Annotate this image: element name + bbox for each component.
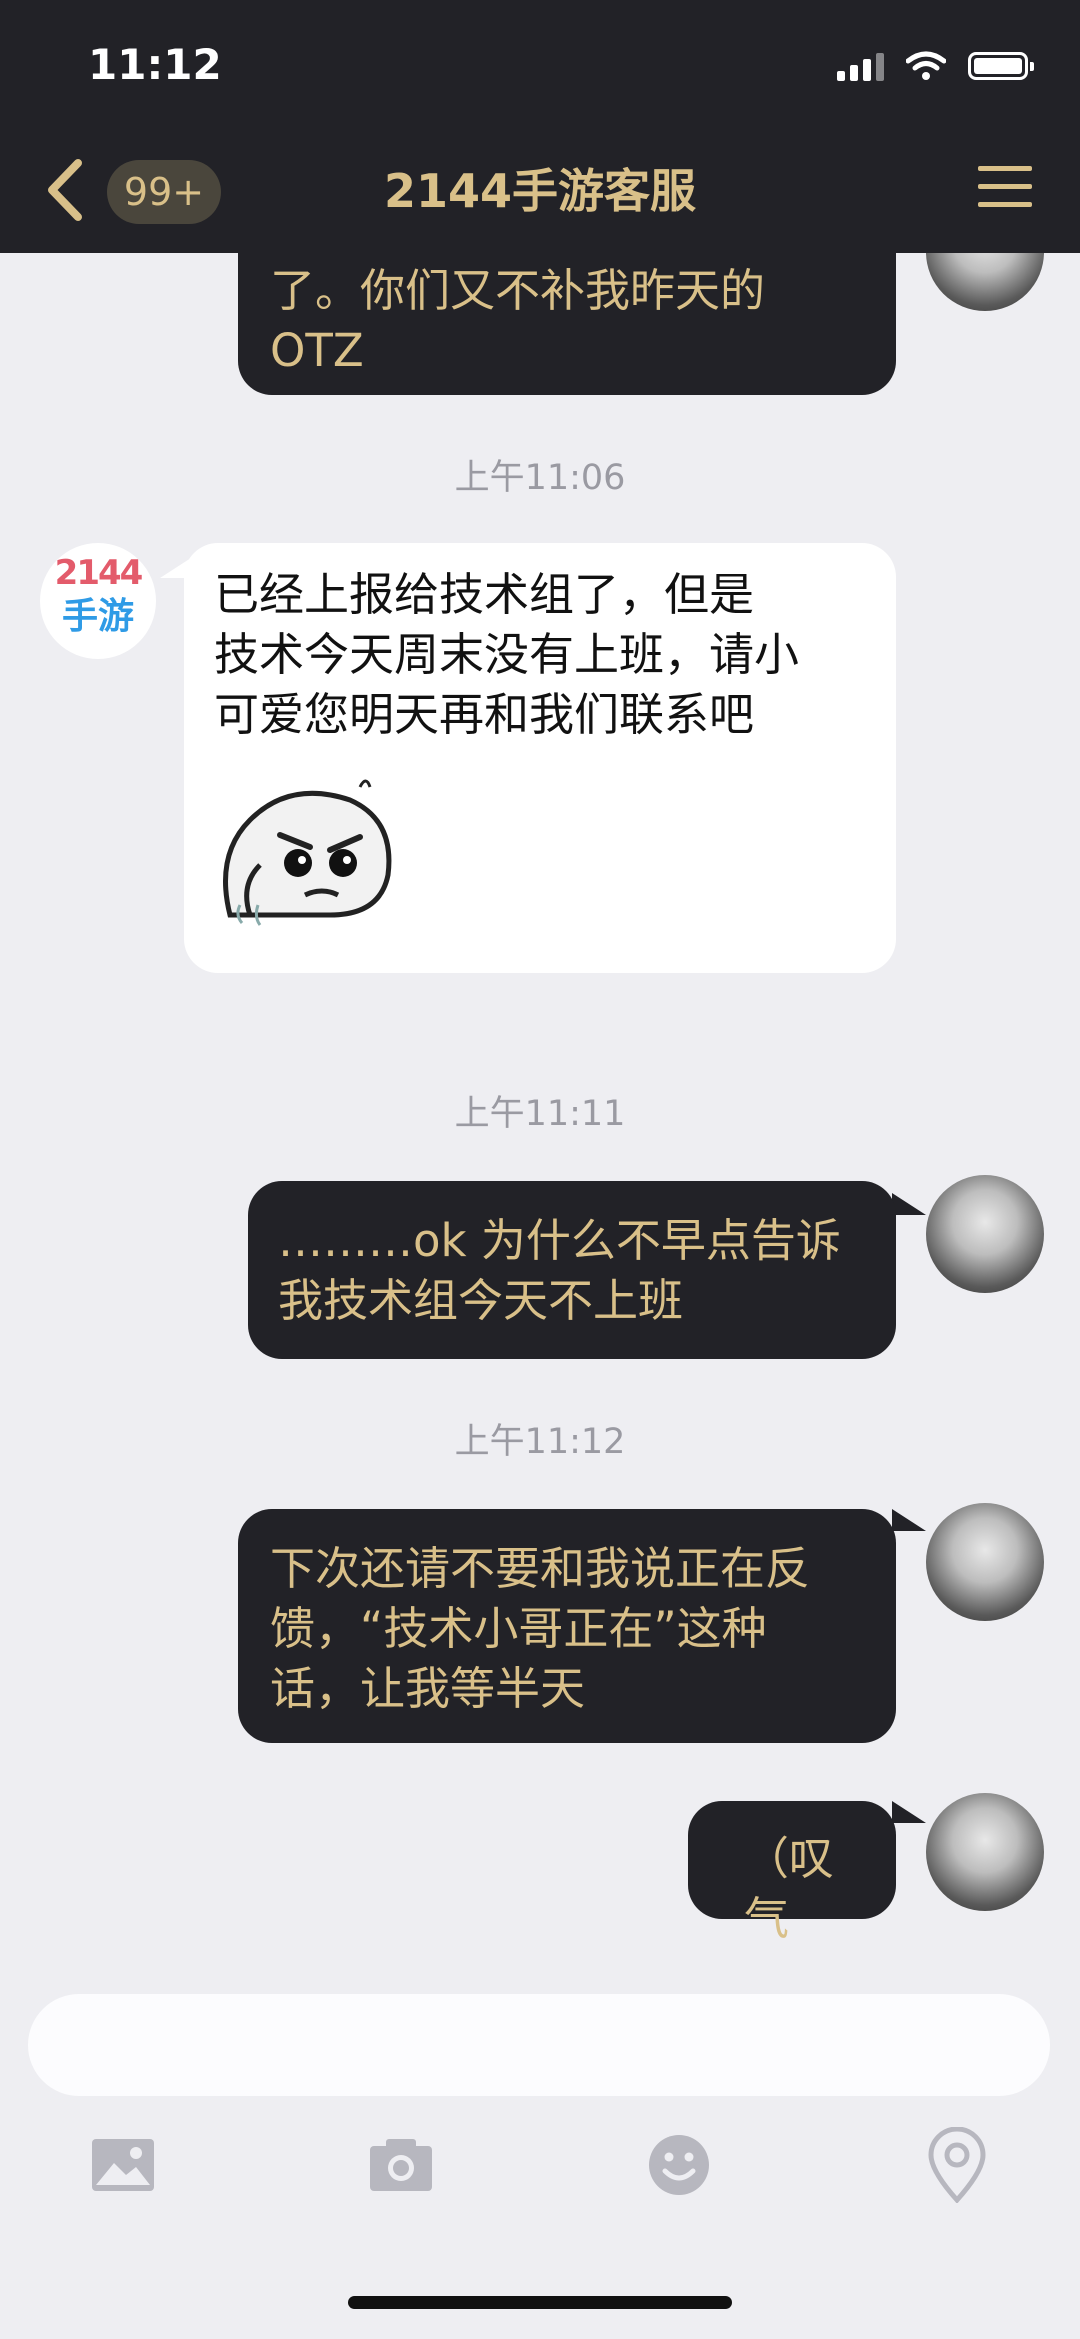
message-text: 可爱您明天再和我们联系吧 [214,688,755,741]
home-indicator [348,2296,732,2309]
timestamp: 上午11:11 [454,1094,626,1134]
bubble-tail [892,1193,926,1215]
bubble-tail [892,1509,926,1531]
wifi-icon [906,51,946,80]
user-avatar[interactable] [926,253,1044,311]
user-avatar[interactable] [926,1503,1044,1621]
message-bubble-outgoing[interactable]: 下次还请不要和我说正在反 馈，“技术小哥正在”这种 话，让我等半天 [238,1509,896,1743]
brand-logo-text: 手游 [61,596,134,637]
message-text: 技术今天周末没有上班，请小 [214,628,800,681]
message-bubble-outgoing[interactable]: （叹气 [688,1801,896,1945]
location-icon[interactable] [912,2120,1002,2210]
bubble-tail [892,1801,926,1823]
timestamp: 上午11:12 [454,1422,626,1462]
emoji-icon[interactable] [634,2120,724,2210]
message-text: 下次还请不要和我说正在反 [270,1542,811,1595]
input-toolbar [0,2120,1080,2220]
status-icons [837,48,1034,84]
message-text: 我技术组今天不上班 [278,1274,684,1327]
support-avatar[interactable]: 2144 手游 [40,543,156,659]
message-text: 了。你们又不补我昨天的 [270,264,766,317]
sticker-image[interactable] [210,765,400,935]
message-text: （叹气 [744,1832,835,1945]
battery-icon [968,52,1034,80]
image-icon[interactable] [78,2120,168,2210]
message-text: 话，让我等半天 [270,1662,586,1715]
brand-logo-digits: 2144 [54,553,144,593]
chat-area[interactable]: 了。你们又不补我昨天的 OTZ 上午11:06 2144 手游 已经上报给技术组… [0,253,1080,1993]
message-bubble-outgoing[interactable]: 了。你们又不补我昨天的 OTZ [238,253,896,395]
camera-icon[interactable] [356,2120,446,2210]
message-text: OTZ [270,324,364,377]
menu-icon[interactable] [978,166,1032,212]
top-bar: 11:12 99+ 2144手游客服 [0,0,1080,253]
user-avatar[interactable] [926,1793,1044,1911]
message-bubble-incoming[interactable]: 已经上报给技术组了，但是 技术今天周末没有上班，请小 可爱您明天再和我们联系吧 [184,543,896,973]
message-input[interactable] [28,1994,1050,2096]
user-avatar[interactable] [926,1175,1044,1293]
signal-icon [837,51,884,81]
status-time: 11:12 [88,40,222,89]
message-bubble-outgoing[interactable]: ………ok 为什么不早点告诉 我技术组今天不上班 [248,1181,896,1359]
message-text: 馈，“技术小哥正在”这种 [270,1602,767,1655]
page-title: 2144手游客服 [383,164,697,218]
message-text: 已经上报给技术组了，但是 [214,568,755,621]
message-text: ………ok 为什么不早点告诉 [278,1214,841,1267]
timestamp: 上午11:06 [454,458,626,498]
